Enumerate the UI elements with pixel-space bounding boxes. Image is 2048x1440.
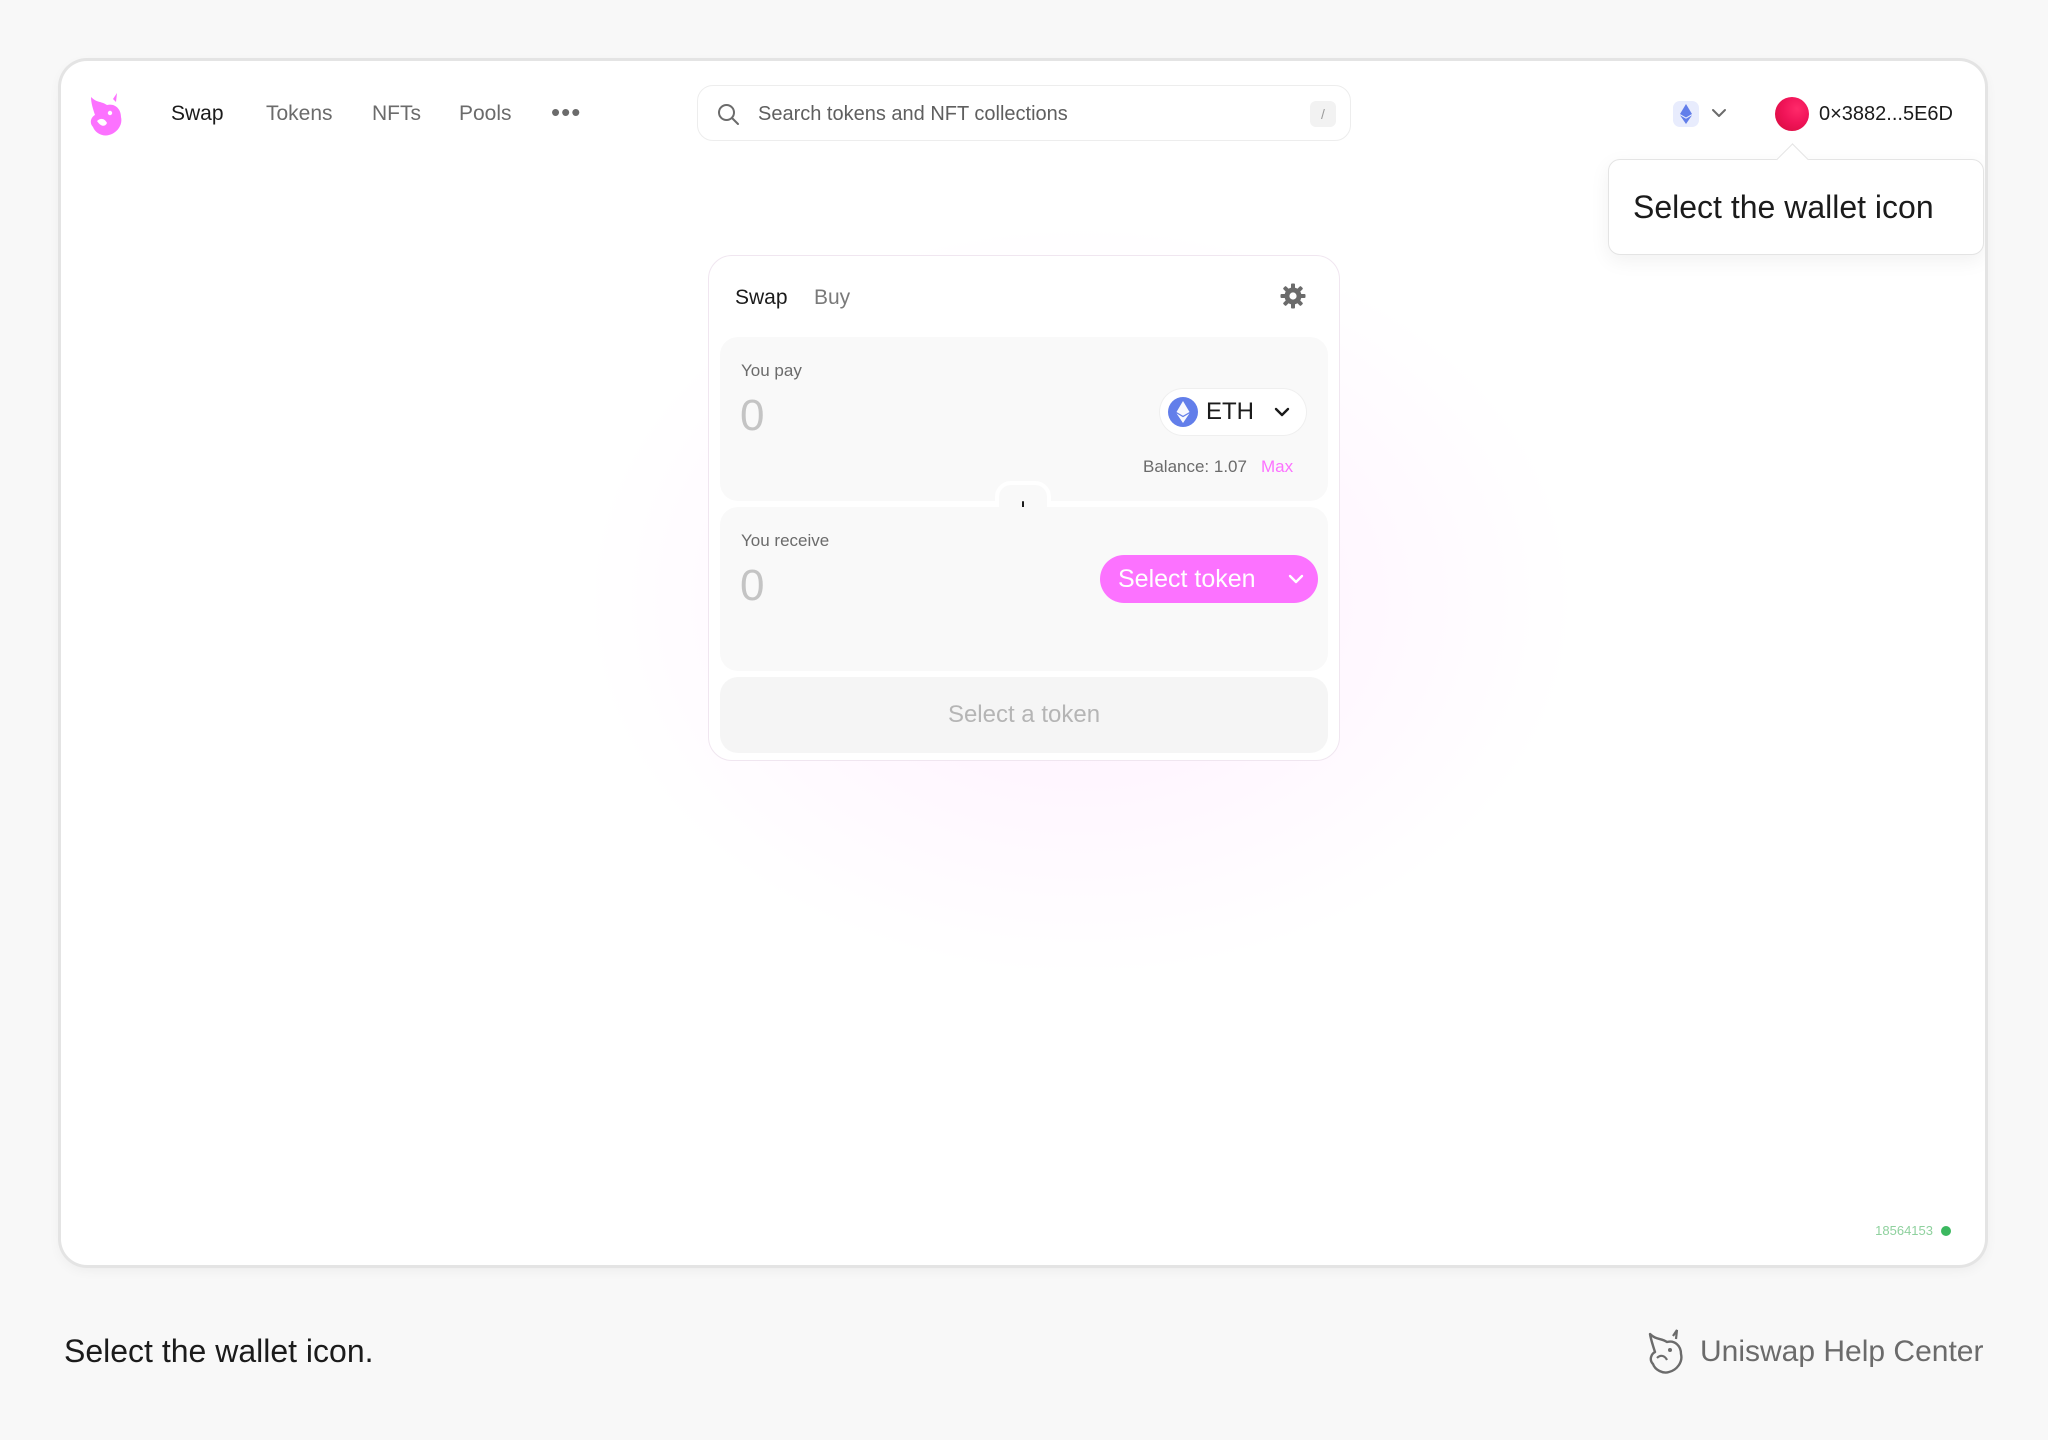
gear-icon[interactable] [1279,282,1307,310]
eth-logo-icon [1168,397,1198,427]
cta-label: Select a token [947,701,1101,728]
pay-amount-input[interactable]: 0 [740,391,764,441]
app-window: Swap Tokens NFTs Pools ••• Search tokens… [61,61,1985,1265]
wallet-avatar-icon[interactable] [1775,97,1809,131]
nav-link-swap[interactable]: Swap [171,101,224,127]
caption-text: Select the wallet icon. [64,1333,374,1369]
chevron-down-icon [1288,574,1304,584]
network-selector[interactable] [1673,99,1733,129]
help-center-title: Uniswap Help Center [1700,1335,1984,1368]
uniswap-unicorn-icon [1648,1329,1683,1374]
max-button[interactable]: Max [1261,457,1293,477]
search-placeholder: Search tokens and NFT collections [758,103,1068,125]
uniswap-logo-icon[interactable] [83,91,127,141]
select-token-label: Select token [1118,565,1256,593]
receive-panel: You receive 0 Select token [720,507,1328,671]
more-menu-icon[interactable]: ••• [551,99,581,125]
token-symbol: ETH [1206,398,1254,425]
block-number-indicator[interactable]: 18564153 [1875,1223,1951,1239]
receive-label: You receive [741,531,830,550]
select-token-button[interactable]: Select token [1100,555,1318,603]
pay-panel: You pay 0 ETH Balance: 1.07 Max [720,337,1328,501]
nav-link-pools[interactable]: Pools [459,101,512,127]
search-icon [718,104,739,125]
search-bar[interactable]: Search tokens and NFT collections / [697,85,1351,141]
token-selector-eth[interactable]: ETH [1160,389,1306,435]
wallet-address: 0×3882...5E6D [1819,103,1953,125]
status-dot-icon [1941,1226,1951,1236]
nav-link-tokens[interactable]: Tokens [266,101,333,127]
search-shortcut-badge: / [1310,101,1336,127]
swap-card: Swap Buy You pay 0 ETH Balance: 1.07 Max… [708,255,1340,761]
tab-buy[interactable]: Buy [814,285,850,311]
tooltip-text: Select the wallet icon [1633,189,1934,225]
nav-link-nfts[interactable]: NFTs [372,101,421,127]
chevron-down-icon [1274,407,1290,417]
block-number: 18564153 [1875,1223,1933,1238]
balance-text: Balance: 1.07 [1143,457,1247,476]
pay-label: You pay [741,361,802,380]
navbar: Swap Tokens NFTs Pools ••• Search tokens… [61,61,1985,167]
tab-swap[interactable]: Swap [735,285,788,311]
instruction-tooltip: Select the wallet icon [1608,143,1984,255]
receive-amount-input[interactable]: 0 [740,561,764,611]
select-a-token-button[interactable]: Select a token [720,677,1328,753]
